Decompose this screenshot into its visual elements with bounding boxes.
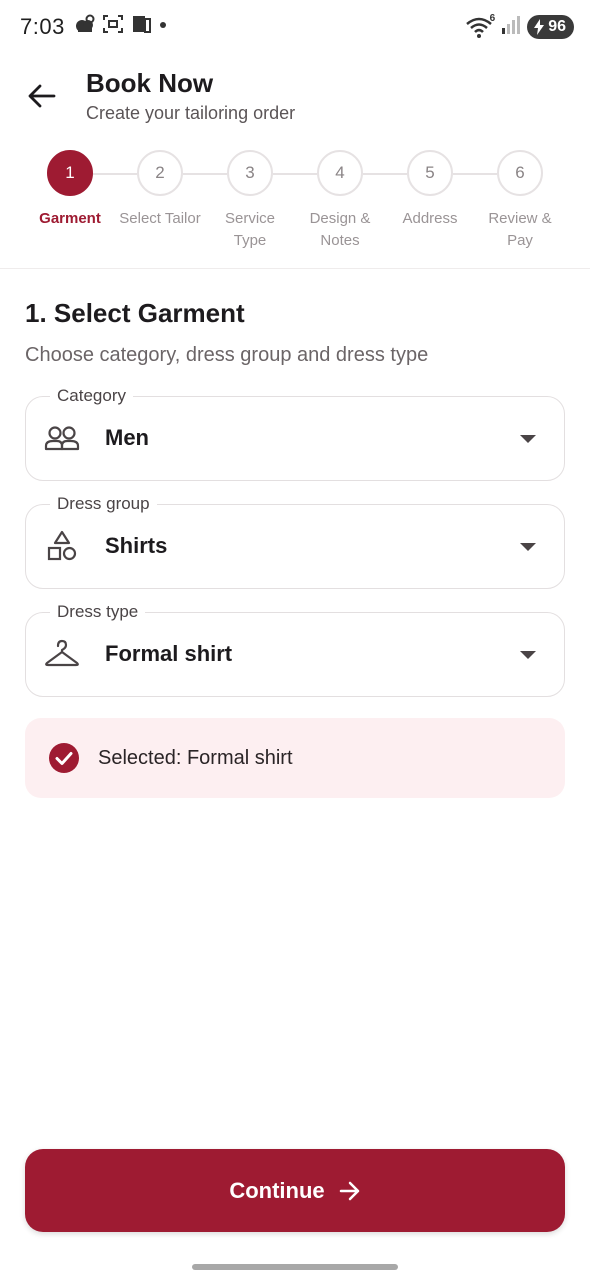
- continue-label: Continue: [229, 1177, 325, 1203]
- check-circle-icon: [49, 743, 79, 773]
- step-label: Review & Pay: [488, 210, 552, 249]
- dress-type-value: Formal shirt: [105, 641, 233, 666]
- charging-icon: [534, 18, 545, 35]
- people-icon: [44, 422, 80, 454]
- notification-dot-icon: [158, 14, 168, 39]
- chevron-down-icon: [520, 435, 536, 443]
- battery-level: 96: [548, 17, 566, 35]
- step-label: Address: [402, 210, 458, 227]
- step-label: Select Tailor: [119, 210, 201, 227]
- battery-indicator: 96: [527, 14, 574, 39]
- step-address[interactable]: 5 Address: [385, 150, 475, 230]
- selection-text: Selected: Formal shirt: [98, 747, 293, 769]
- step-review-pay[interactable]: 6 Review & Pay: [475, 150, 565, 252]
- dress-type-dropdown[interactable]: Dress type Formal shirt: [25, 602, 565, 697]
- chevron-down-icon: [520, 651, 536, 659]
- step-number: 1: [47, 150, 93, 196]
- section-subtitle: Choose category, dress group and dress t…: [25, 344, 429, 366]
- chevron-down-icon: [520, 543, 536, 551]
- step-garment[interactable]: 1 Garment: [25, 150, 115, 230]
- page-subtitle: Create your tailoring order: [86, 103, 296, 123]
- category-label: Category: [50, 386, 133, 406]
- category-value: Men: [105, 425, 149, 450]
- step-select-tailor[interactable]: 2 Select Tailor: [115, 150, 205, 230]
- dress-group-dropdown[interactable]: Dress group Shirts: [25, 494, 565, 589]
- section-title: 1. Select Garment: [25, 298, 245, 328]
- selection-banner: Selected: Formal shirt: [25, 718, 565, 798]
- wifi-icon: 6: [465, 12, 496, 39]
- dress-group-value: Shirts: [105, 533, 168, 558]
- step-design-notes[interactable]: 4 Design & Notes: [295, 150, 385, 252]
- step-number: 5: [407, 150, 453, 196]
- weather-icon: [74, 14, 96, 39]
- status-bar: 7:03 6 96: [0, 0, 590, 56]
- divider: [0, 268, 590, 269]
- hanger-icon: [44, 638, 80, 670]
- step-number: 4: [317, 150, 363, 196]
- step-number: 3: [227, 150, 273, 196]
- arrow-left-icon: [28, 84, 56, 108]
- back-button[interactable]: [18, 74, 66, 118]
- wifi-badge: 6: [489, 12, 496, 24]
- shapes-icon: [44, 530, 80, 562]
- continue-button[interactable]: Continue: [25, 1149, 565, 1232]
- screenshot-icon: [102, 14, 124, 39]
- dress-group-label: Dress group: [50, 494, 157, 514]
- step-service-type[interactable]: 3 Service Type: [205, 150, 295, 252]
- signal-icon: [501, 13, 521, 40]
- arrow-right-icon: [339, 1181, 359, 1200]
- device-icon: [130, 14, 152, 39]
- step-number: 2: [137, 150, 183, 196]
- step-label: Service Type: [224, 210, 276, 249]
- category-dropdown[interactable]: Category Men: [25, 386, 565, 481]
- home-indicator[interactable]: [192, 1264, 398, 1270]
- step-label: Design & Notes: [309, 210, 371, 249]
- stepper: 1 Garment 2 Select Tailor 3 Service Type…: [0, 150, 590, 268]
- status-time: 7:03: [20, 14, 65, 39]
- dress-type-label: Dress type: [50, 602, 146, 622]
- step-number: 6: [497, 150, 543, 196]
- page-title: Book Now: [86, 68, 214, 98]
- step-label: Garment: [39, 210, 101, 227]
